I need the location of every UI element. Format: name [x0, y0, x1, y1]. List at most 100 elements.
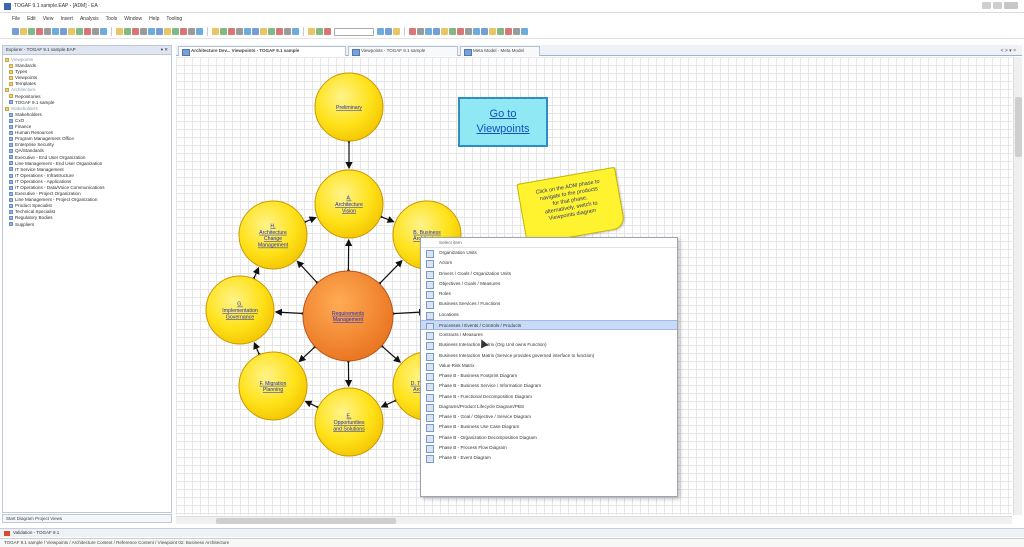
- toolbar-button-icon[interactable]: [124, 28, 131, 35]
- toolbar-button-icon[interactable]: [36, 28, 43, 35]
- toolbar-button-icon[interactable]: [172, 28, 179, 35]
- toolbar-button-icon[interactable]: [12, 28, 19, 35]
- context-menu-item[interactable]: Actors: [421, 258, 677, 269]
- toolbar-button-icon[interactable]: [84, 28, 91, 35]
- tab-navigation-controls[interactable]: < > ▾ ×: [1001, 48, 1016, 54]
- context-menu-item[interactable]: Locations: [421, 310, 677, 320]
- toolbar-button-icon[interactable]: [20, 28, 27, 35]
- toolbar-button-icon[interactable]: [260, 28, 267, 35]
- context-menu-item[interactable]: Phase B - Event Diagram: [421, 453, 677, 464]
- toolbar-button-icon[interactable]: [28, 28, 35, 35]
- context-menu-item[interactable]: Processes / Events / Controls / Products: [421, 319, 677, 330]
- context-menu-item[interactable]: Contracts / Measures: [421, 330, 677, 341]
- context-menu-item[interactable]: Business Services / Functions: [421, 299, 677, 310]
- menu-insert[interactable]: Insert: [60, 16, 73, 22]
- context-menu-item[interactable]: Drivers / Goals / Organization Units: [421, 269, 677, 279]
- close-button[interactable]: [1004, 2, 1018, 9]
- toolbar-button-icon[interactable]: [252, 28, 259, 35]
- toolbar-button-icon[interactable]: [393, 28, 400, 35]
- context-menu-item[interactable]: Roles: [421, 289, 677, 300]
- menu-tools[interactable]: Tools: [106, 16, 118, 22]
- toolbar-button-icon[interactable]: [268, 28, 275, 35]
- context-menu-item[interactable]: Phase B - Functional Decomposition Diagr…: [421, 392, 677, 402]
- toolbar-button-icon[interactable]: [68, 28, 75, 35]
- toolbar-button-icon[interactable]: [188, 28, 195, 35]
- toolbar-button-icon[interactable]: [489, 28, 496, 35]
- menu-analysis[interactable]: Analysis: [80, 16, 99, 22]
- context-menu-item[interactable]: Phase B - Goal / Objective / Service Dia…: [421, 412, 677, 423]
- tree-item[interactable]: Suppliers: [3, 222, 171, 228]
- context-menu-item[interactable]: Business Interaction Matrix (Service pro…: [421, 351, 677, 361]
- toolbar-button-icon[interactable]: [132, 28, 139, 35]
- context-menu-item[interactable]: Phase B - Organization Decomposition Dia…: [421, 433, 677, 443]
- context-menu-item[interactable]: Business Interaction Matrix (Org Unit ow…: [421, 340, 677, 351]
- toolbar-button-icon[interactable]: [228, 28, 235, 35]
- toolbar-button-icon[interactable]: [164, 28, 171, 35]
- menu-window[interactable]: Window: [124, 16, 142, 22]
- toolbar-button-icon[interactable]: [385, 28, 392, 35]
- toolbar-button-icon[interactable]: [441, 28, 448, 35]
- phase-node[interactable]: F. Migration Planning: [238, 351, 308, 421]
- context-menu-item[interactable]: Phase B - Process Flow Diagram: [421, 443, 677, 453]
- context-menu-item[interactable]: Phase B - Business Footprint Diagram: [421, 371, 677, 382]
- browser-controls[interactable]: ▾ ✕: [161, 47, 168, 53]
- toolbar-button-icon[interactable]: [505, 28, 512, 35]
- menu-edit[interactable]: Edit: [27, 16, 36, 22]
- browser-footer[interactable]: Start Diagram Project Views: [2, 514, 172, 523]
- toolbar-button-icon[interactable]: [116, 28, 123, 35]
- scroll-thumb[interactable]: [216, 518, 396, 524]
- goto-viewpoints-link[interactable]: Go to Viewpoints: [458, 97, 548, 147]
- toolbar-button-icon[interactable]: [473, 28, 480, 35]
- toolbar-button-icon[interactable]: [100, 28, 107, 35]
- maximize-button[interactable]: [993, 2, 1002, 9]
- tab-architecture-development[interactable]: Architecture Dev... Viewpoints - TOGAF 9…: [178, 46, 346, 56]
- context-menu-item[interactable]: Objectives / Goals / Measures: [421, 279, 677, 289]
- toolbar-button-icon[interactable]: [212, 28, 219, 35]
- tab-viewpoints[interactable]: Viewpoints - TOGAF 9.1 sample: [348, 46, 458, 56]
- toolbar-button-icon[interactable]: [76, 28, 83, 35]
- toolbar-button-icon[interactable]: [457, 28, 464, 35]
- toolbar-button-icon[interactable]: [316, 28, 323, 35]
- context-menu-item[interactable]: Organization Units: [421, 248, 677, 259]
- toolbar-button-icon[interactable]: [156, 28, 163, 35]
- context-menu-item[interactable]: Diagrams/Product Lifecycle Diagram/PBS: [421, 402, 677, 412]
- toolbar-button-icon[interactable]: [497, 28, 504, 35]
- toolbar-button-icon[interactable]: [377, 28, 384, 35]
- vertical-scrollbar[interactable]: [1013, 57, 1022, 515]
- toolbar-button-icon[interactable]: [44, 28, 51, 35]
- toolbar-button-icon[interactable]: [284, 28, 291, 35]
- phase-node[interactable]: E. Opportunities and Solutions: [314, 387, 384, 457]
- phase-requirements-management[interactable]: Requirements Management: [302, 270, 394, 362]
- toolbar-button-icon[interactable]: [92, 28, 99, 35]
- menu-tooling[interactable]: Tooling: [166, 16, 182, 22]
- scroll-thumb[interactable]: [1015, 97, 1022, 157]
- minimize-button[interactable]: [982, 2, 991, 9]
- context-menu-item[interactable]: Phase B - Business Use Case Diagram: [421, 422, 677, 433]
- toolbar-button-icon[interactable]: [244, 28, 251, 35]
- toolbar-button-icon[interactable]: [425, 28, 432, 35]
- toolbar-button-icon[interactable]: [417, 28, 424, 35]
- horizontal-scrollbar[interactable]: [176, 516, 1012, 524]
- toolbar-button-icon[interactable]: [433, 28, 440, 35]
- context-menu-item[interactable]: Value Risk Matrix: [421, 361, 677, 371]
- toolbar-combo[interactable]: [334, 27, 374, 36]
- phase-preliminary[interactable]: Preliminary: [314, 72, 384, 142]
- tab-meta-model[interactable]: Meta Model - Meta Model: [460, 46, 540, 56]
- toolbar-button-icon[interactable]: [308, 28, 315, 35]
- context-menu-item[interactable]: Phase B - Business Service / Information…: [421, 381, 677, 392]
- toolbar-button-icon[interactable]: [60, 28, 67, 35]
- toolbar-button-icon[interactable]: [465, 28, 472, 35]
- toolbar-button-icon[interactable]: [196, 28, 203, 35]
- toolbar-button-icon[interactable]: [521, 28, 528, 35]
- toolbar-button-icon[interactable]: [220, 28, 227, 35]
- toolbar-button-icon[interactable]: [481, 28, 488, 35]
- toolbar-button-icon[interactable]: [324, 28, 331, 35]
- toolbar-button-icon[interactable]: [513, 28, 520, 35]
- phase-node[interactable]: G. Implementation Governance: [205, 275, 275, 345]
- toolbar-button-icon[interactable]: [276, 28, 283, 35]
- toolbar-button-icon[interactable]: [236, 28, 243, 35]
- toolbar-button-icon[interactable]: [140, 28, 147, 35]
- phase-node[interactable]: H. Architecture Change Management: [238, 200, 308, 270]
- toolbar-button-icon[interactable]: [180, 28, 187, 35]
- toolbar-button-icon[interactable]: [409, 28, 416, 35]
